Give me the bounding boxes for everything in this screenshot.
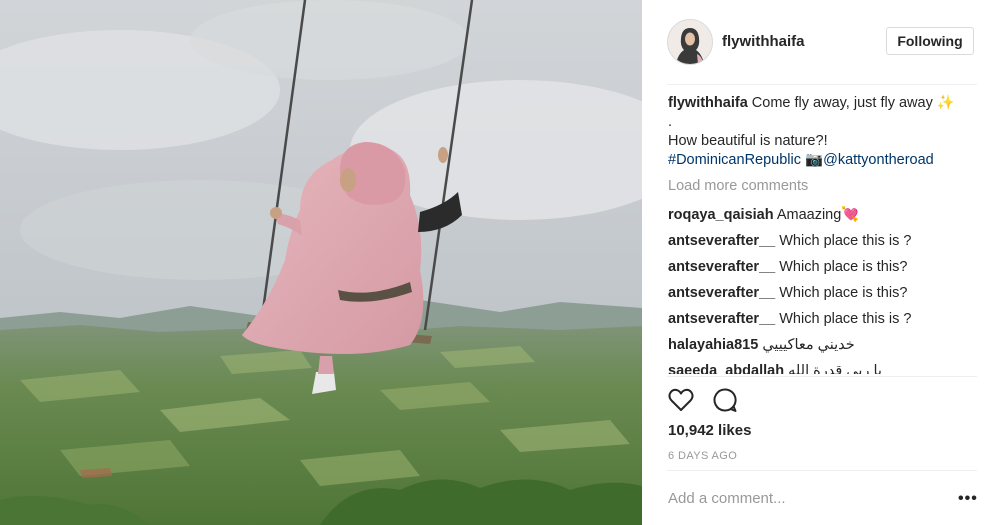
caption-username[interactable]: flywithhaifa (668, 95, 748, 111)
header-username[interactable]: flywithhaifa (722, 33, 805, 50)
avatar[interactable] (667, 19, 713, 65)
comment-row: halayahia815 خديني معاكيييي (668, 332, 980, 358)
caption-dot: . (668, 114, 673, 130)
following-button[interactable]: Following (886, 27, 974, 55)
comment-row: antseverafter__ Which place this is ? (668, 228, 980, 254)
caption: flywithhaifa Come fly away, just fly awa… (668, 94, 980, 170)
caption-text: Come fly away, just fly away (751, 95, 933, 111)
comment-text: يا ربي قدرة الله (788, 363, 882, 374)
comment-username[interactable]: antseverafter__ (668, 311, 775, 327)
post-photo[interactable] (0, 0, 642, 525)
comment-bubble-icon[interactable] (711, 386, 739, 414)
load-more-comments-button[interactable]: Load more comments (668, 177, 980, 196)
post-header: flywithhaifa Following (642, 0, 1000, 84)
comment-row: antseverafter__ Which place is this? (668, 254, 980, 280)
hashtag-link[interactable]: #DominicanRepublic (668, 152, 801, 168)
comment-username[interactable]: halayahia815 (668, 337, 758, 353)
comment-row: antseverafter__ Which place this is ? (668, 306, 980, 332)
actions-divider (667, 376, 977, 377)
header-divider (667, 84, 977, 85)
comment-username[interactable]: roqaya_qaisiah (668, 207, 774, 223)
comment-text: Which place is this? (779, 259, 908, 275)
comment-row: roqaya_qaisiah Amaazing💘 (668, 202, 980, 228)
comment-text: خديني معاكيييي (762, 337, 855, 353)
comment-box-divider (667, 470, 977, 471)
comment-row: antseverafter__ Which place is this? (668, 280, 980, 306)
comment-username[interactable]: antseverafter__ (668, 259, 775, 275)
more-options-icon[interactable]: ••• (958, 490, 978, 508)
sparkle-emoji: ✨ (936, 95, 955, 111)
add-comment-input[interactable]: Add a comment... (668, 490, 786, 507)
likes-count[interactable]: 10,942 likes (668, 422, 751, 439)
post-sidebar: flywithhaifa Following flywithhaifa Come… (642, 0, 1000, 525)
comment-text: Which place is this? (779, 285, 908, 301)
camera-emoji: 📷 (805, 152, 824, 168)
avatar-image (668, 20, 712, 64)
post-timestamp[interactable]: 6 DAYS AGO (668, 450, 737, 462)
swing-landscape-image (0, 0, 642, 525)
mention-link[interactable]: @kattyontheroad (823, 152, 934, 168)
comments-list[interactable]: flywithhaifa Come fly away, just fly awa… (668, 94, 980, 374)
comment-text: Which place this is ? (779, 233, 912, 249)
comment-text: Amaazing💘 (776, 207, 860, 223)
comment-row: saeeda_abdallah يا ربي قدرة الله (668, 358, 980, 374)
comment-username[interactable]: saeeda_abdallah (668, 363, 784, 374)
heart-icon[interactable] (667, 386, 695, 414)
comment-username[interactable]: antseverafter__ (668, 233, 775, 249)
comment-text: Which place this is ? (779, 311, 912, 327)
comment-username[interactable]: antseverafter__ (668, 285, 775, 301)
caption-line-2: How beautiful is nature?! (668, 133, 828, 149)
